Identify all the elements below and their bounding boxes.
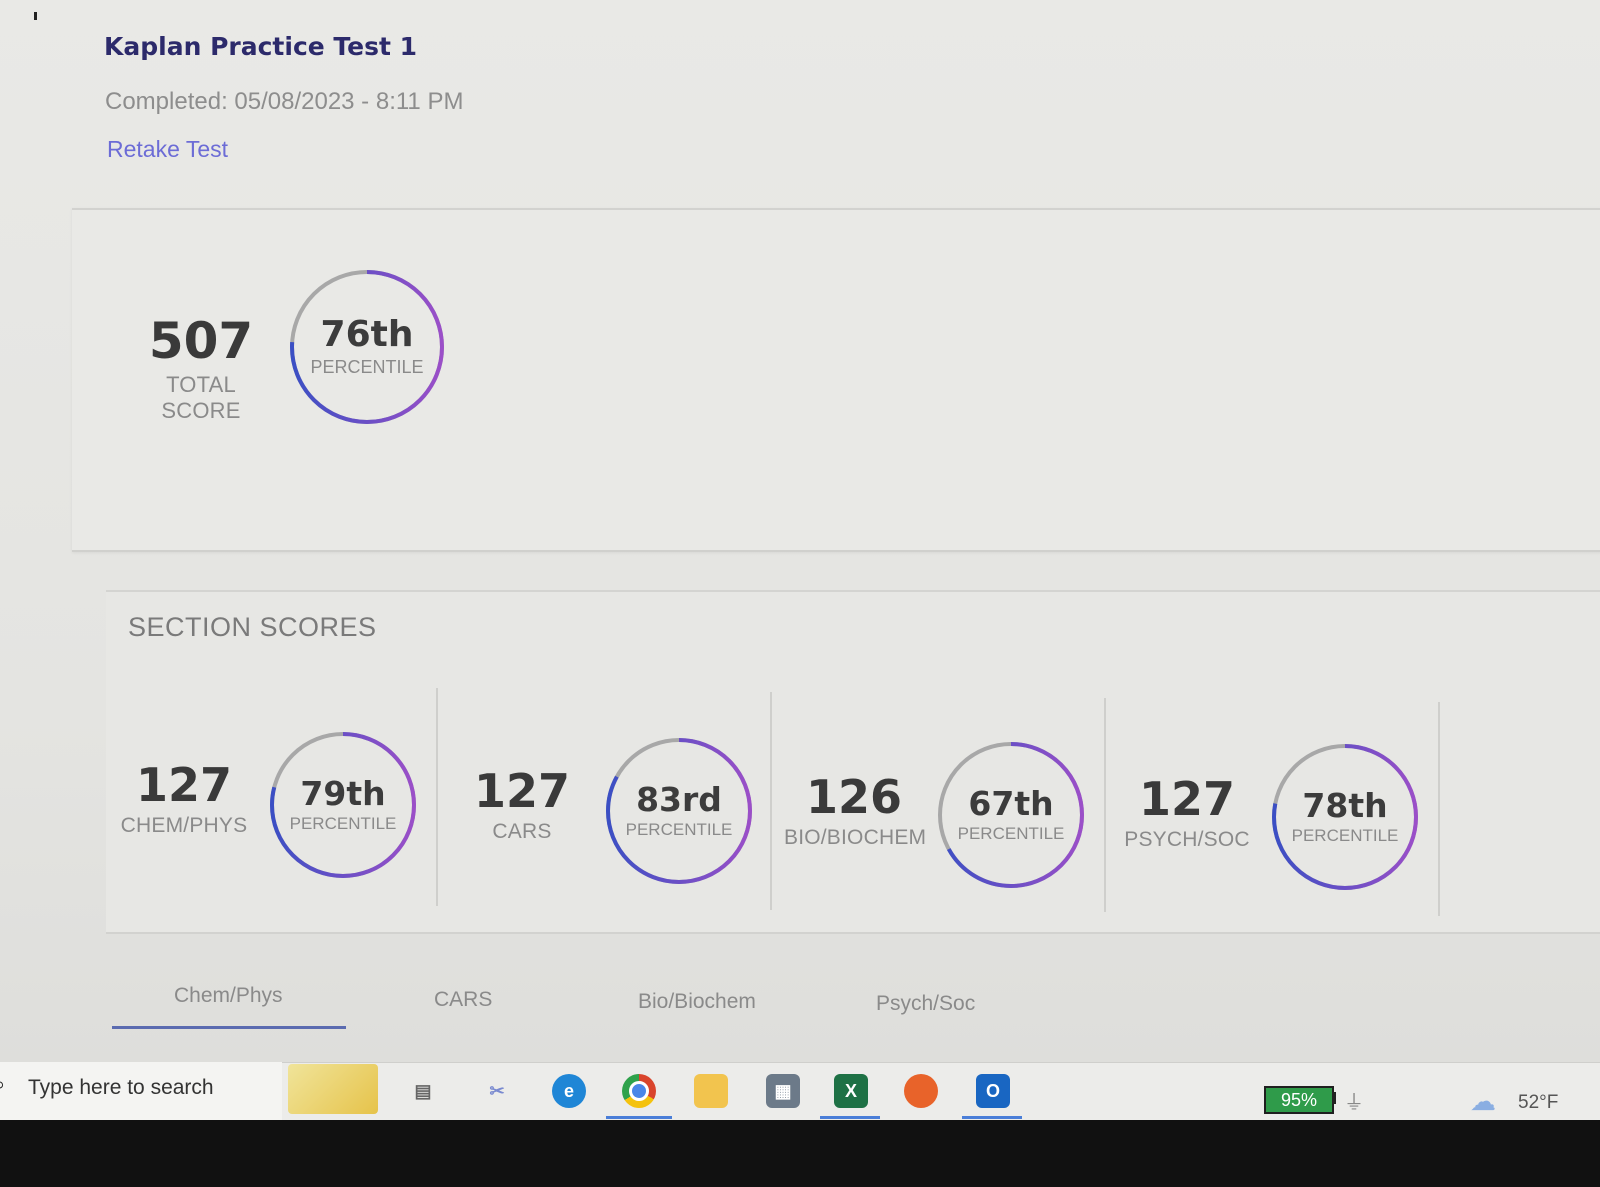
section-score-chem-phys: 127 CHEM/PHYS xyxy=(118,762,250,838)
total-percentile-label: PERCENTILE xyxy=(310,356,424,377)
total-score-block: 507 TOTAL SCORE xyxy=(126,316,276,424)
section-percentile-value: 79th xyxy=(300,773,386,813)
file-explorer-icon[interactable] xyxy=(694,1074,728,1108)
section-score-value: 127 xyxy=(1138,772,1236,826)
task-view-icon[interactable]: ▤ xyxy=(406,1074,440,1108)
section-percentile-value: 83rd xyxy=(636,779,722,819)
taskbar-search-input[interactable]: Type here to search xyxy=(28,1076,214,1100)
charging-icon: ⏚ xyxy=(1344,1092,1364,1114)
section-score-label: PSYCH/SOC xyxy=(1124,828,1250,851)
section-divider xyxy=(436,688,438,906)
section-score-cars: 127 CARS xyxy=(462,768,582,844)
chrome-icon[interactable] xyxy=(622,1074,656,1108)
total-score-value: 507 xyxy=(148,312,254,370)
screen: Kaplan Practice Test 1 Completed: 05/08/… xyxy=(0,0,1600,1187)
section-percentile-ring-chem-phys: 79th PERCENTILE xyxy=(268,730,418,880)
section-score-value: 127 xyxy=(473,764,571,818)
search-highlight-image[interactable] xyxy=(288,1064,378,1114)
active-app-indicator xyxy=(962,1116,1022,1119)
total-percentile-ring: 76th PERCENTILE xyxy=(288,268,446,426)
section-percentile-ring-psych-soc: 78th PERCENTILE xyxy=(1270,742,1420,892)
battery-tip xyxy=(1332,1092,1336,1104)
active-app-indicator xyxy=(820,1116,880,1119)
mouse-cursor xyxy=(34,12,37,20)
calculator-icon[interactable]: ▦ xyxy=(766,1074,800,1108)
section-percentile-value: 67th xyxy=(968,783,1054,823)
section-percentile-label: PERCENTILE xyxy=(289,813,397,833)
section-percentile-value: 78th xyxy=(1302,785,1388,825)
completed-date: Completed: 05/08/2023 - 8:11 PM xyxy=(105,88,464,115)
section-percentile-label: PERCENTILE xyxy=(625,819,733,839)
section-percentile-label: PERCENTILE xyxy=(1291,825,1399,845)
total-score-label: TOTAL SCORE xyxy=(161,372,241,423)
test-title: Kaplan Practice Test 1 xyxy=(104,32,418,61)
search-icon: ⌕ xyxy=(0,1074,5,1097)
section-divider xyxy=(1438,702,1440,916)
section-divider xyxy=(1104,698,1106,912)
tab-psych-soc[interactable]: Psych/Soc xyxy=(876,992,975,1016)
edge-icon[interactable]: e xyxy=(552,1074,586,1108)
section-score-label: CHEM/PHYS xyxy=(120,814,248,837)
section-score-label: CARS xyxy=(492,820,552,843)
section-percentile-label: PERCENTILE xyxy=(957,823,1065,843)
tab-chem-phys[interactable]: Chem/Phys xyxy=(174,984,283,1008)
total-percentile-value: 76th xyxy=(320,313,414,355)
firefox-icon[interactable] xyxy=(904,1074,938,1108)
section-score-value: 127 xyxy=(135,758,233,812)
battery-indicator[interactable]: 95% xyxy=(1264,1086,1334,1114)
tab-cars[interactable]: CARS xyxy=(434,988,492,1012)
outlook-icon[interactable]: O xyxy=(976,1074,1010,1108)
cloud-weather-icon[interactable]: ☁ xyxy=(1470,1086,1496,1117)
section-percentile-ring-bio-biochem: 67th PERCENTILE xyxy=(936,740,1086,890)
section-percentile-ring-cars: 83rd PERCENTILE xyxy=(604,736,754,886)
tab-bio-biochem[interactable]: Bio/Biochem xyxy=(638,990,756,1014)
retake-test-link[interactable]: Retake Test xyxy=(107,136,228,163)
section-score-bio-biochem: 126 BIO/BIOCHEM xyxy=(784,770,927,850)
section-score-label: BIO/BIOCHEM xyxy=(784,826,927,849)
section-score-psych-soc: 127 PSYCH/SOC xyxy=(1124,776,1250,852)
section-divider xyxy=(770,692,772,910)
weather-temperature[interactable]: 52°F xyxy=(1518,1092,1558,1114)
excel-icon[interactable]: X xyxy=(834,1074,868,1108)
snipping-tool-icon[interactable]: ✂ xyxy=(480,1074,514,1108)
section-scores-title: SECTION SCORES xyxy=(128,612,377,642)
active-app-indicator xyxy=(606,1116,672,1119)
screen-bezel xyxy=(0,1120,1600,1187)
section-score-value: 126 xyxy=(805,770,903,824)
active-tab-indicator xyxy=(112,1026,346,1029)
